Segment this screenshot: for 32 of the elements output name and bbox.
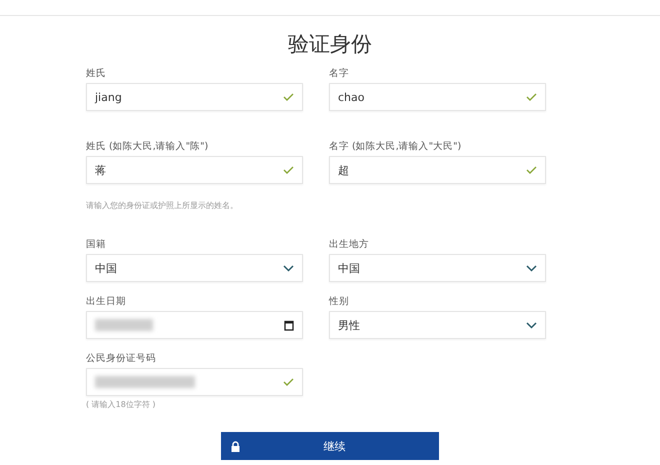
check-icon (283, 166, 294, 174)
hint-text: 请输入您的身份证或护照上所显示的姓名。 (86, 200, 239, 211)
chevron-down-icon (526, 322, 537, 328)
input-field[interactable]: chao (329, 83, 546, 111)
check-icon (526, 93, 537, 101)
page-title: 验证身份 (287, 31, 373, 58)
input-field[interactable]: 超 (329, 156, 546, 184)
chevron-down-icon (526, 264, 537, 272)
lock-icon (231, 440, 240, 452)
continue-button[interactable]: 继续 (221, 432, 439, 460)
field-label: 公民身份证号码 (86, 353, 157, 364)
check-icon (283, 378, 294, 386)
field-label: 姓氏 (86, 68, 107, 79)
field-label: 名字 (329, 68, 350, 79)
input-field[interactable]: 蒋 (86, 156, 303, 184)
input-field[interactable]: jiang (86, 83, 303, 111)
field-label: 出生日期 (86, 296, 127, 307)
input-field[interactable] (86, 368, 303, 396)
field-label: 出生地方 (329, 239, 370, 250)
select-field[interactable]: 中国 (86, 254, 303, 282)
date-field[interactable] (86, 311, 303, 339)
field-label: 姓氏 (如陈大民,请输入"陈") (86, 141, 210, 152)
chevron-down-icon (283, 264, 294, 272)
calendar-icon[interactable] (284, 320, 294, 330)
hint-text: ( 请输入18位字符 ) (86, 399, 157, 410)
select-field[interactable]: 男性 (329, 311, 546, 339)
field-label: 性别 (329, 296, 350, 307)
check-icon (283, 93, 294, 101)
check-icon (526, 166, 537, 174)
select-field[interactable]: 中国 (329, 254, 546, 282)
field-label: 名字 (如陈大民,请输入"大民") (329, 141, 462, 152)
field-label: 国籍 (86, 239, 107, 250)
